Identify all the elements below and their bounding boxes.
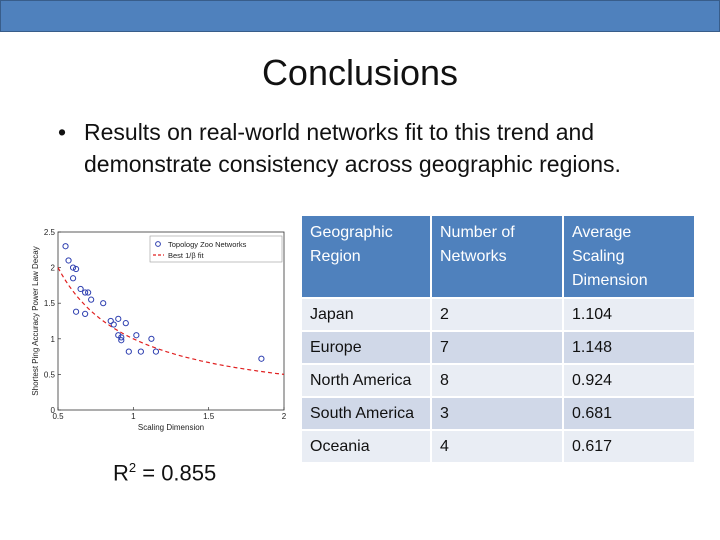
table-row: Oceania 4 0.617 (302, 429, 694, 462)
x-axis-label: Scaling Dimension (138, 423, 204, 432)
header-networks: Number of Networks (432, 216, 564, 297)
cell-dimension: 0.924 (564, 363, 694, 396)
bullet-text: Results on real-world networks fit to th… (84, 119, 621, 177)
x-tick-label: 1 (131, 412, 136, 421)
table-row: Japan 2 1.104 (302, 297, 694, 330)
table-row: North America 8 0.924 (302, 363, 694, 396)
r-squared-label: R2 = 0.855 (113, 460, 216, 486)
y-tick-label: 0 (51, 406, 56, 415)
y-tick-label: 0.5 (44, 370, 56, 379)
bullet-marker: • (58, 119, 67, 145)
cell-networks: 4 (432, 429, 564, 462)
cell-dimension: 1.148 (564, 330, 694, 363)
legend-label-fit: Best 1/β fit (168, 251, 204, 260)
r2-suffix: = 0.855 (136, 460, 217, 486)
header-region: Geographic Region (302, 216, 432, 297)
cell-dimension: 1.104 (564, 297, 694, 330)
cell-dimension: 0.681 (564, 396, 694, 429)
header-dimension: Average Scaling Dimension (564, 216, 694, 297)
y-tick-label: 2 (51, 264, 56, 273)
cell-networks: 8 (432, 363, 564, 396)
cell-dimension: 0.617 (564, 429, 694, 462)
table-row: Europe 7 1.148 (302, 330, 694, 363)
x-tick-label: 2 (282, 412, 287, 421)
cell-networks: 2 (432, 297, 564, 330)
cell-region: Japan (302, 297, 432, 330)
y-tick-label: 2.5 (44, 228, 56, 237)
table-row: South America 3 0.681 (302, 396, 694, 429)
bullet-item: • Results on real-world networks fit to … (58, 116, 698, 180)
y-tick-label: 1.5 (44, 299, 56, 308)
region-table: Geographic Region Number of Networks Ave… (302, 216, 694, 462)
legend-label-points: Topology Zoo Networks (168, 240, 247, 249)
r2-prefix: R (113, 460, 129, 486)
y-axis-label: Shortest Ping Accuracy Power Law Decay (31, 246, 40, 395)
cell-region: Europe (302, 330, 432, 363)
cell-networks: 3 (432, 396, 564, 429)
y-tick-label: 1 (51, 335, 56, 344)
table-header-row: Geographic Region Number of Networks Ave… (302, 216, 694, 297)
cell-region: North America (302, 363, 432, 396)
scatter-chart: 0.5 1 1.5 200.511.522.5Scaling DimensionSho… (31, 228, 287, 432)
top-accent-bar (0, 0, 720, 32)
slide-title: Conclusions (261, 52, 459, 93)
cell-networks: 7 (432, 330, 564, 363)
x-tick-label: 1.5 (203, 412, 215, 421)
cell-region: Oceania (302, 429, 432, 462)
cell-region: South America (302, 396, 432, 429)
